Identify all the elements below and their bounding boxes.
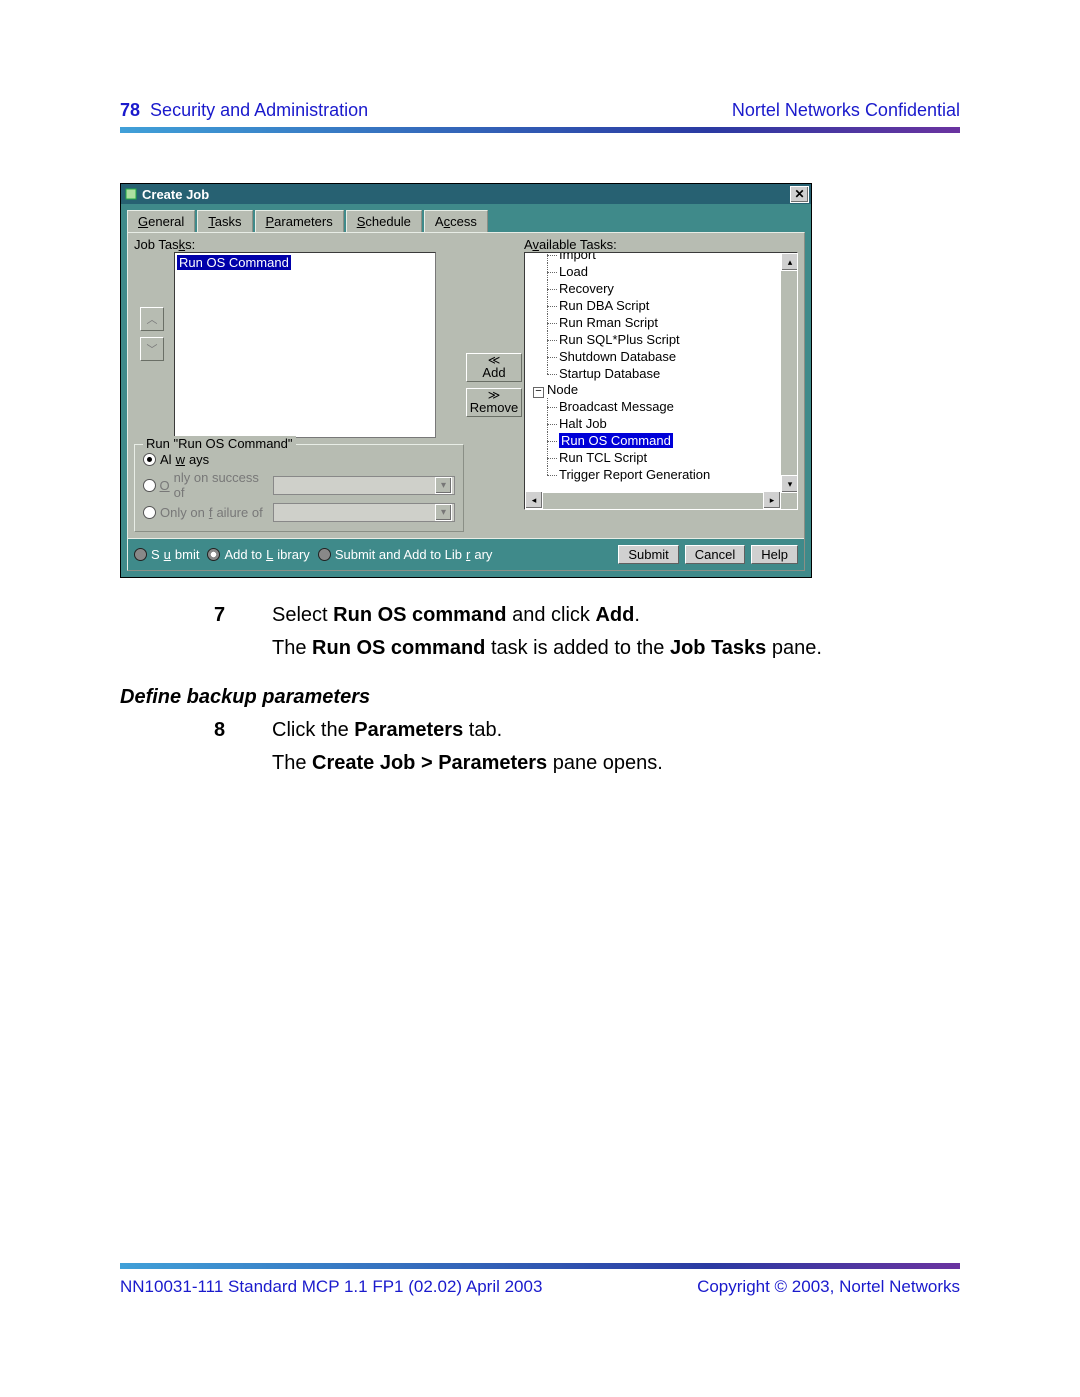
tab-parameters[interactable]: Parameters <box>255 210 344 232</box>
success-combo[interactable] <box>273 476 455 495</box>
window-title: Create Job <box>142 187 209 202</box>
radio-add-library[interactable]: Add to Library <box>207 547 309 562</box>
radio-submit[interactable]: Submit <box>134 547 199 562</box>
radio-icon <box>207 548 220 561</box>
job-tasks-list[interactable]: Run OS Command <box>174 252 436 438</box>
tab-schedule[interactable]: Schedule <box>346 210 422 232</box>
scroll-up-icon[interactable]: ▴ <box>781 253 798 271</box>
window-icon <box>123 186 139 202</box>
page-number: 78 <box>120 100 140 120</box>
create-job-window: Create Job ✕ General Tasks Parameters Sc… <box>120 183 812 578</box>
remove-button[interactable]: ≫ Remove <box>466 388 522 417</box>
tree-item-selected[interactable]: Run OS Command <box>559 433 673 448</box>
document-body: 7Select Run OS command and click Add. Th… <box>214 602 960 777</box>
page-header: 78 Security and Administration Nortel Ne… <box>0 0 1080 127</box>
radio-always[interactable]: Always <box>143 452 455 467</box>
run-condition-group: Run "Run OS Command" Always Only on succ… <box>134 444 464 532</box>
radio-icon <box>143 453 156 466</box>
failure-combo[interactable] <box>273 503 455 522</box>
move-down-button[interactable]: ﹀ <box>140 337 164 361</box>
radio-icon <box>143 479 156 492</box>
tab-general[interactable]: General <box>127 210 195 232</box>
confidential-label: Nortel Networks Confidential <box>732 100 960 121</box>
tab-access[interactable]: Access <box>424 210 488 232</box>
section-subhead: Define backup parameters <box>120 684 960 711</box>
tab-strip: General Tasks Parameters Schedule Access <box>127 210 805 232</box>
tree-vscroll[interactable]: ▴▾ <box>781 253 797 509</box>
close-icon[interactable]: ✕ <box>790 186 809 203</box>
radio-icon <box>134 548 147 561</box>
scroll-right-icon[interactable]: ▸ <box>763 491 781 509</box>
footer-left: NN10031-111 Standard MCP 1.1 FP1 (02.02)… <box>120 1277 542 1297</box>
radio-icon <box>318 548 331 561</box>
tree-hscroll[interactable]: ◂▸ <box>525 493 797 509</box>
add-button[interactable]: ≪ Add <box>466 353 522 382</box>
cancel-button[interactable]: Cancel <box>685 545 745 564</box>
help-button[interactable]: Help <box>751 545 798 564</box>
tab-tasks[interactable]: Tasks <box>197 210 252 232</box>
footer-rule <box>120 1263 960 1269</box>
footer-right: Copyright © 2003, Nortel Networks <box>697 1277 960 1297</box>
tree-collapse-icon[interactable]: − <box>533 387 544 398</box>
group-caption: Run "Run OS Command" <box>143 436 296 451</box>
window-titlebar[interactable]: Create Job ✕ <box>121 184 811 204</box>
radio-icon <box>143 506 156 519</box>
available-tasks-tree[interactable]: Import Load Recovery Run DBA Script Run … <box>524 252 798 510</box>
radio-success[interactable]: Only on success of <box>143 470 455 500</box>
radio-submit-and-add[interactable]: Submit and Add to Library <box>318 547 493 562</box>
scroll-down-icon[interactable]: ▾ <box>781 475 798 493</box>
scroll-left-icon[interactable]: ◂ <box>525 491 543 509</box>
list-item[interactable]: Run OS Command <box>177 255 291 270</box>
page-footer: NN10031-111 Standard MCP 1.1 FP1 (02.02)… <box>120 1263 960 1297</box>
radio-failure[interactable]: Only on failure of <box>143 503 455 522</box>
move-up-button[interactable]: ︿ <box>140 307 164 331</box>
section-title: Security and Administration <box>150 100 368 120</box>
submit-button[interactable]: Submit <box>618 545 678 564</box>
